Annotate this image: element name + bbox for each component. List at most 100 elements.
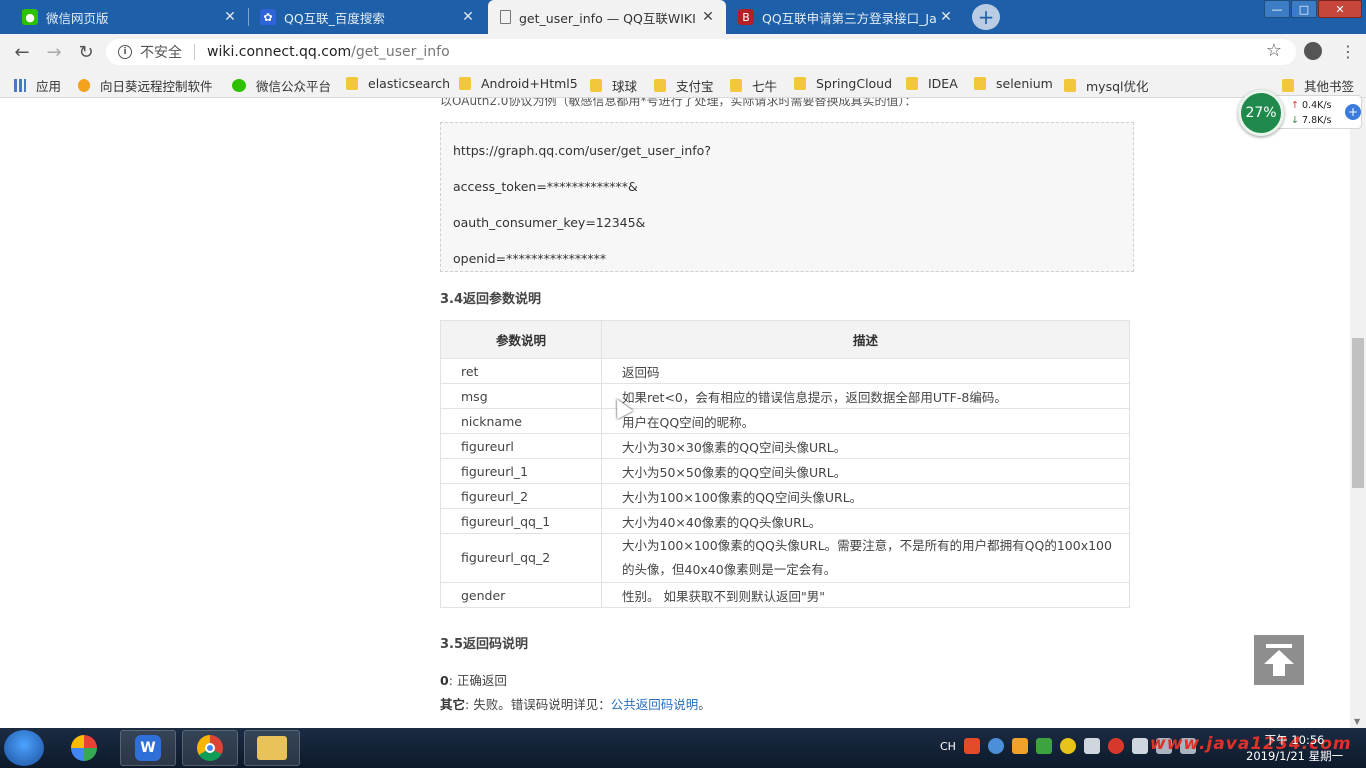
maximize-button[interactable]: □ bbox=[1291, 0, 1317, 18]
return-code-key: 0 bbox=[440, 673, 449, 688]
tray-app-icon[interactable] bbox=[1059, 738, 1076, 754]
start-button[interactable] bbox=[4, 730, 44, 766]
wechat-icon bbox=[232, 79, 246, 92]
browser-toolbar: ← → ↻ i 不安全 wiki.connect.qq.com /get_use… bbox=[0, 34, 1366, 70]
taskbar-app-chrome[interactable] bbox=[182, 730, 238, 766]
close-icon[interactable]: ✕ bbox=[222, 9, 238, 25]
bookmarks-bar: 应用 向日葵远程控制软件 微信公众平台 elasticsearch Androi… bbox=[0, 70, 1366, 98]
param-name: figureurl bbox=[440, 433, 602, 459]
plus-icon[interactable]: + bbox=[1345, 104, 1361, 120]
table-header-param: 参数说明 bbox=[440, 320, 602, 359]
table-row: figureurl 大小为30×30像素的QQ空间头像URL。 bbox=[440, 433, 1130, 459]
folder-icon bbox=[257, 736, 287, 760]
scroll-down-arrow-icon[interactable]: ▼ bbox=[1354, 717, 1360, 726]
folder-icon bbox=[459, 77, 471, 90]
param-name: gender bbox=[440, 582, 602, 608]
param-desc: 如果ret<0，会有相应的错误信息提示，返回数据全部用UTF-8编码。 bbox=[601, 383, 1130, 409]
return-params-table: 参数说明 描述 ret 返回码 msg 如果ret<0，会有相应的错误信息提示，返回… bbox=[440, 320, 1130, 608]
param-desc: 大小为100×100像素的QQ空间头像URL。 bbox=[601, 483, 1130, 509]
param-name: nickname bbox=[440, 408, 602, 434]
param-desc: 返回码 bbox=[601, 358, 1130, 384]
tray-app-icon[interactable] bbox=[1107, 738, 1124, 754]
arrow-stem bbox=[1273, 664, 1285, 676]
code-line: oauth_consumer_key=12345& bbox=[453, 215, 646, 230]
tab-get-user-info[interactable]: get_user_info — QQ互联WIKI ✕ bbox=[488, 0, 726, 34]
param-desc: 大小为50×50像素的QQ空间头像URL。 bbox=[601, 458, 1130, 484]
tray-app-icon[interactable] bbox=[1011, 738, 1028, 754]
forward-arrow-icon[interactable]: → bbox=[42, 40, 66, 64]
bookmark-folder[interactable]: 球球 bbox=[590, 76, 637, 95]
back-arrow-icon[interactable]: ← bbox=[10, 40, 34, 64]
pinwheel-icon bbox=[71, 735, 97, 761]
back-to-top-button[interactable] bbox=[1254, 635, 1304, 685]
tab-wechat-web[interactable]: ● 微信网页版 ✕ bbox=[0, 0, 248, 34]
taskbar-app-explorer[interactable] bbox=[244, 730, 300, 766]
profile-avatar-icon[interactable] bbox=[1304, 42, 1322, 60]
arrow-up-icon: ↑ bbox=[1291, 100, 1299, 111]
folder-icon bbox=[590, 79, 602, 92]
folder-icon bbox=[794, 77, 806, 90]
omnibox-divider bbox=[194, 44, 195, 60]
close-icon[interactable]: ✕ bbox=[700, 9, 716, 25]
param-desc: 大小为40×40像素的QQ头像URL。 bbox=[601, 508, 1130, 534]
tab-qq-connect-java[interactable]: B QQ互联申请第三方登录接口_Ja ✕ bbox=[728, 0, 964, 34]
taskbar-clock[interactable]: 下午 10:56 2019/1/21 星期一 bbox=[1246, 732, 1343, 764]
param-desc: 大小为30×30像素的QQ空间头像URL。 bbox=[601, 433, 1130, 459]
url-path: /get_user_info bbox=[351, 44, 450, 60]
tray-app-icon[interactable] bbox=[987, 738, 1004, 754]
clock-date: 2019/1/21 星期一 bbox=[1246, 749, 1344, 763]
minimize-button[interactable]: — bbox=[1264, 0, 1290, 18]
intro-text: 以OAuth2.0协议为例（敏感信息都用*号进行了处理，实际请求时需要替换成真实… bbox=[440, 98, 917, 108]
common-return-codes-link[interactable]: 公共返回码说明 bbox=[611, 697, 699, 712]
bookmark-folder[interactable]: Android+Html5 bbox=[459, 76, 578, 91]
close-icon[interactable]: ✕ bbox=[938, 9, 954, 25]
address-bar[interactable]: i 不安全 wiki.connect.qq.com /get_user_info bbox=[106, 39, 1296, 65]
chrome-icon bbox=[197, 735, 223, 761]
page-scrollbar[interactable]: ▲ ▼ bbox=[1350, 98, 1366, 728]
param-name: ret bbox=[440, 358, 602, 384]
bookmark-star-icon[interactable]: ☆ bbox=[1266, 40, 1282, 61]
close-window-button[interactable]: ✕ bbox=[1318, 0, 1362, 18]
folder-icon bbox=[906, 77, 918, 90]
section-heading-return-params: 3.4返回参数说明 bbox=[440, 292, 542, 307]
bookmark-sunflower[interactable]: 向日葵远程控制软件 bbox=[78, 76, 214, 95]
reload-icon[interactable]: ↻ bbox=[74, 40, 98, 64]
bookmark-apps[interactable]: 应用 bbox=[14, 76, 61, 95]
page-icon bbox=[500, 10, 511, 24]
bookmark-folder[interactable]: SpringCloud bbox=[794, 76, 892, 91]
sogou-input-icon[interactable] bbox=[963, 738, 980, 754]
bookmark-folder[interactable]: 支付宝 bbox=[654, 76, 714, 95]
table-row: ret 返回码 bbox=[440, 358, 1130, 384]
section-heading-return-codes: 3.5返回码说明 bbox=[440, 637, 529, 652]
taskbar-app-photos[interactable] bbox=[56, 730, 112, 766]
download-speed: ↓ 7.8K/s bbox=[1291, 115, 1332, 126]
code-line: https://graph.qq.com/user/get_user_info? bbox=[453, 143, 711, 158]
close-icon[interactable]: ✕ bbox=[460, 9, 476, 25]
tab-strip: ● 微信网页版 ✕ ✿ QQ互联_百度搜索 ✕ get_user_info — … bbox=[0, 0, 1366, 34]
new-tab-button[interactable]: + bbox=[972, 4, 1000, 30]
bookmark-folder[interactable]: IDEA bbox=[906, 76, 958, 91]
table-row: nickname 用户在QQ空间的昵称。 bbox=[440, 408, 1130, 434]
usb-device-icon[interactable] bbox=[1083, 738, 1100, 754]
security-shield-icon[interactable] bbox=[1035, 738, 1052, 754]
info-icon[interactable]: i bbox=[118, 45, 132, 59]
param-name: figureurl_qq_1 bbox=[440, 508, 602, 534]
param-name: figureurl_2 bbox=[440, 483, 602, 509]
network-speed-widget[interactable]: ↑ 0.4K/s ↓ 7.8K/s + 27% bbox=[1238, 90, 1364, 136]
action-center-flag-icon[interactable] bbox=[1131, 738, 1148, 754]
ime-indicator[interactable]: CH bbox=[940, 740, 956, 753]
table-row: gender 性别。 如果获取不到则默认返回"男" bbox=[440, 582, 1130, 608]
table-row: figureurl_qq_1 大小为40×40像素的QQ头像URL。 bbox=[440, 508, 1130, 534]
window-controls: — □ ✕ bbox=[1263, 0, 1362, 18]
scrollbar-thumb[interactable] bbox=[1352, 338, 1364, 488]
bookmark-folder[interactable]: mysql优化 bbox=[1064, 76, 1149, 95]
bookmark-folder[interactable]: 七牛 bbox=[730, 76, 777, 95]
bookmark-folder[interactable]: elasticsearch bbox=[346, 76, 450, 91]
tab-baidu-search[interactable]: ✿ QQ互联_百度搜索 ✕ bbox=[250, 0, 486, 34]
table-row: figureurl_1 大小为50×50像素的QQ空间头像URL。 bbox=[440, 458, 1130, 484]
table-row: figureurl_2 大小为100×100像素的QQ空间头像URL。 bbox=[440, 483, 1130, 509]
menu-dots-icon[interactable]: ⋮ bbox=[1340, 42, 1356, 61]
bookmark-folder[interactable]: selenium bbox=[974, 76, 1053, 91]
bookmark-wechat-mp[interactable]: 微信公众平台 bbox=[232, 76, 331, 95]
taskbar-app-wps[interactable]: W bbox=[120, 730, 176, 766]
